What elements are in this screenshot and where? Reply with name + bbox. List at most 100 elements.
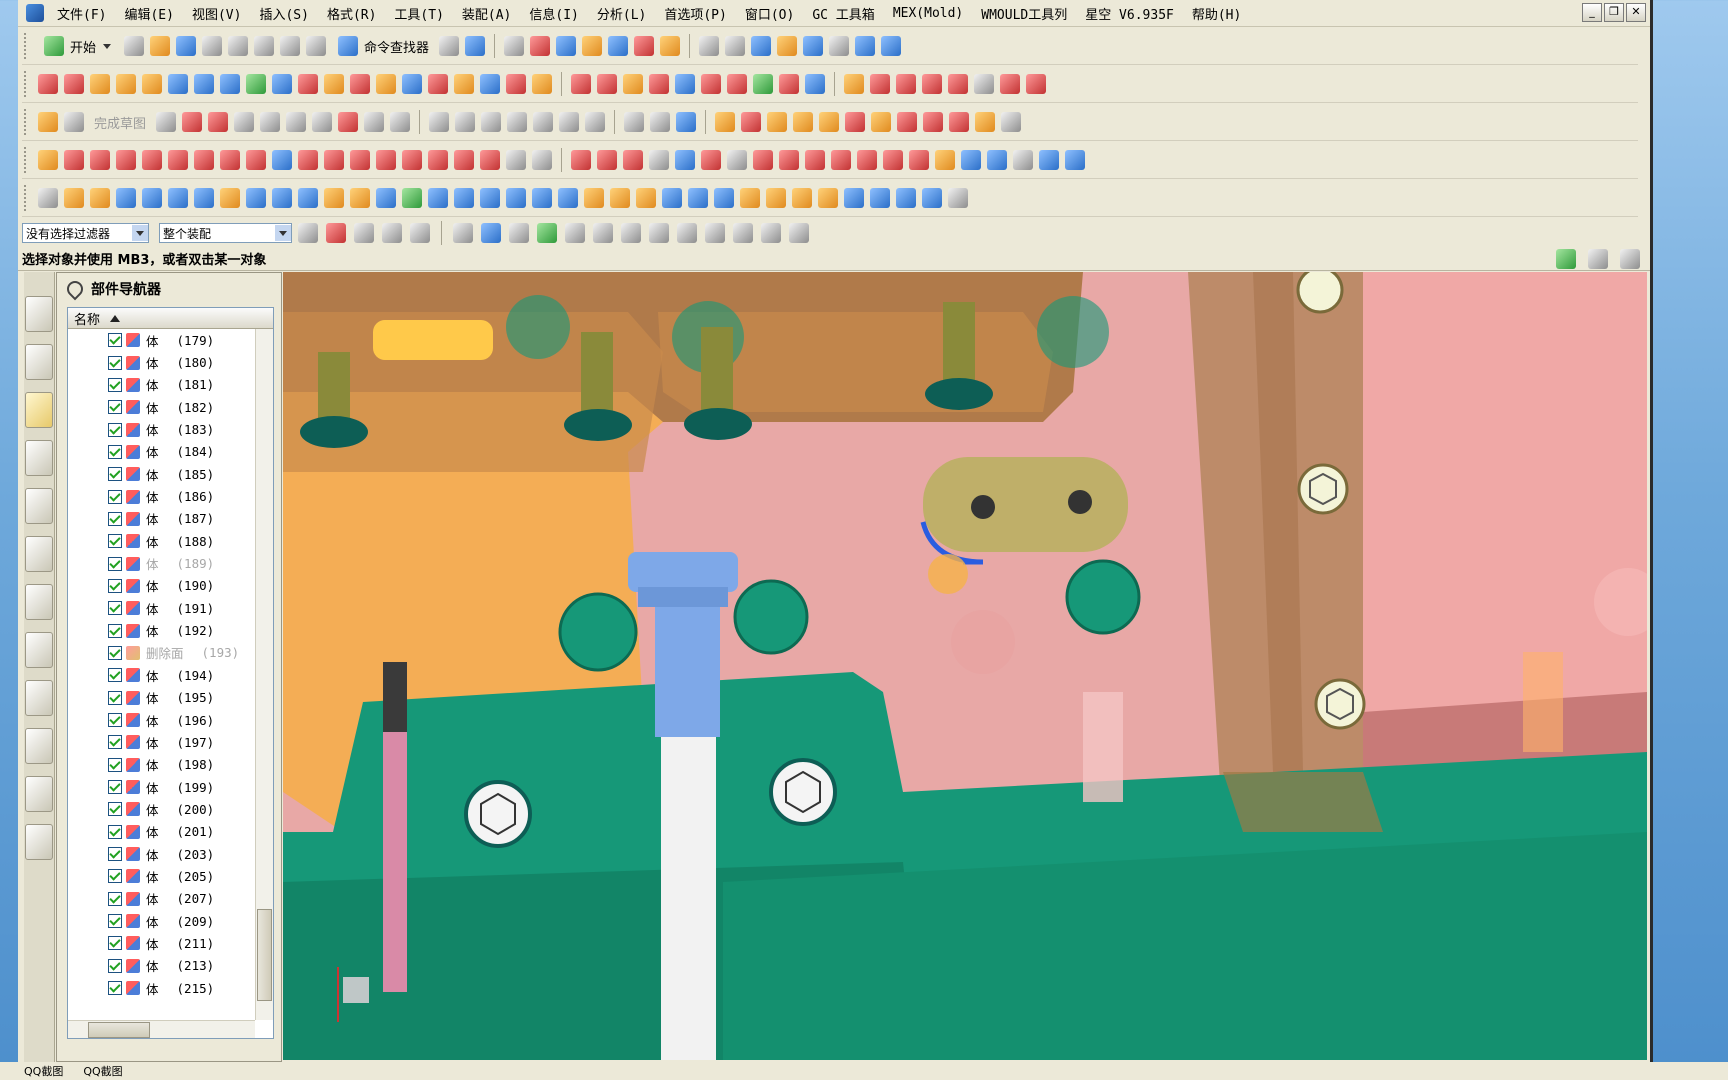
circle-center-icon[interactable] [428, 150, 448, 170]
scale-body-icon[interactable] [714, 188, 734, 208]
arc-icon[interactable] [208, 112, 229, 132]
mirror-curve-icon[interactable] [559, 112, 580, 132]
orient-view-icon[interactable] [855, 36, 876, 56]
cube-view-icon[interactable] [751, 36, 772, 56]
smooth-spline-icon[interactable] [1013, 150, 1033, 170]
layer-icon[interactable] [504, 36, 525, 56]
ruled-icon[interactable] [168, 74, 188, 94]
filter-settings-icon[interactable] [298, 223, 318, 243]
web-browser-icon[interactable] [25, 536, 53, 572]
constraint-navigator-icon[interactable] [25, 344, 53, 380]
ruler-icon[interactable] [660, 36, 681, 56]
mirror-feature-icon[interactable] [636, 188, 656, 208]
tree-node[interactable]: 体 (205) [68, 865, 255, 887]
ellipse-icon[interactable] [480, 150, 500, 170]
quick-trim-icon[interactable] [429, 112, 450, 132]
slot-icon[interactable] [350, 188, 370, 208]
mirror-assembly-icon[interactable] [845, 112, 866, 132]
enable-snap-icon[interactable] [509, 223, 529, 243]
pattern-curve-icon[interactable] [533, 112, 554, 132]
tree-node[interactable]: 体 (198) [68, 754, 255, 776]
split-face-icon[interactable] [623, 74, 643, 94]
app-logo-icon[interactable] [26, 4, 44, 22]
visibility-checkbox[interactable] [108, 981, 122, 996]
redo-icon[interactable] [306, 36, 327, 56]
wcs-icon[interactable] [530, 36, 551, 56]
history-icon[interactable] [25, 584, 53, 620]
edit-curve-icon[interactable] [1039, 150, 1059, 170]
x-form-icon[interactable] [532, 74, 552, 94]
menu-window[interactable]: 窗口(O) [736, 4, 803, 23]
intersection-snap-icon[interactable] [621, 223, 641, 243]
tree-node[interactable]: 删除面 (193) [68, 642, 255, 664]
wrap-geometry-icon[interactable] [818, 188, 838, 208]
restore-view-icon[interactable] [1620, 249, 1640, 269]
tree-node[interactable]: 体 (191) [68, 597, 255, 619]
mesh-icon[interactable] [90, 74, 110, 94]
visibility-checkbox[interactable] [108, 489, 122, 504]
fit-curve-icon[interactable] [246, 150, 266, 170]
new-component-icon[interactable] [741, 112, 762, 132]
close-button[interactable]: ✕ [1626, 3, 1646, 22]
part-navigator-icon[interactable] [25, 392, 53, 428]
offset-3d-icon[interactable] [805, 150, 825, 170]
tree-node[interactable]: 体 (196) [68, 709, 255, 731]
tree-node[interactable]: 体 (215) [68, 977, 255, 999]
helix-icon[interactable] [194, 150, 214, 170]
visibility-checkbox[interactable] [108, 511, 122, 526]
scale-curve-icon[interactable] [987, 150, 1007, 170]
visibility-checkbox[interactable] [108, 914, 122, 929]
boss-icon[interactable] [246, 188, 266, 208]
extract-icon[interactable] [675, 74, 695, 94]
taskbar-item[interactable]: QQ截图 [24, 1063, 63, 1079]
hex-screw[interactable] [464, 780, 532, 848]
line-icon[interactable] [182, 112, 203, 132]
draft-icon[interactable] [584, 188, 604, 208]
mate-component-icon[interactable] [767, 112, 788, 132]
perpendicular-line-icon[interactable] [90, 150, 110, 170]
hex-screw[interactable] [769, 758, 837, 826]
ejector-pin[interactable] [383, 662, 407, 992]
save-icon[interactable] [176, 36, 197, 56]
paste-icon[interactable] [254, 36, 275, 56]
visibility-checkbox[interactable] [108, 802, 122, 817]
menu-analysis[interactable]: 分析(L) [588, 4, 655, 23]
menu-information[interactable]: 信息(I) [520, 4, 587, 23]
profile-icon[interactable] [156, 112, 177, 132]
pattern-feature-icon[interactable] [610, 188, 630, 208]
subtract-icon[interactable] [402, 188, 422, 208]
tree-node[interactable]: 体 (194) [68, 664, 255, 686]
studio-surface-icon[interactable] [402, 74, 422, 94]
pocket-circle[interactable] [558, 592, 638, 672]
tree-node[interactable]: 体 (187) [68, 508, 255, 530]
visibility-checkbox[interactable] [108, 355, 122, 370]
menu-file[interactable]: 文件(F) [48, 4, 115, 23]
name-column-header[interactable]: 名称 [68, 308, 273, 329]
move-face-icon[interactable] [727, 74, 747, 94]
curve-on-surface-icon[interactable] [831, 150, 851, 170]
trim-curve-icon[interactable] [870, 74, 890, 94]
shell-icon[interactable] [558, 188, 578, 208]
tube-icon[interactable] [870, 188, 890, 208]
assembly-sequence-icon[interactable] [975, 112, 996, 132]
circle-icon[interactable] [234, 112, 255, 132]
cylinder-body-icon[interactable] [896, 188, 916, 208]
tree-node[interactable]: 体 (189) [68, 552, 255, 574]
styled-sweep-icon[interactable] [454, 74, 474, 94]
cone-body-icon[interactable] [922, 188, 942, 208]
pocket-circle[interactable] [1065, 559, 1141, 635]
face-blend-icon[interactable] [428, 74, 448, 94]
control-point-snap-icon[interactable] [593, 223, 613, 243]
extrude-icon[interactable] [64, 188, 84, 208]
rectangle-icon[interactable] [312, 112, 333, 132]
arc-center-snap-icon[interactable] [649, 223, 669, 243]
menu-format[interactable]: 格式(R) [318, 4, 385, 23]
reposition-icon[interactable] [793, 112, 814, 132]
visibility-checkbox[interactable] [108, 869, 122, 884]
wireframe-icon[interactable] [777, 36, 798, 56]
menu-view[interactable]: 视图(V) [183, 4, 250, 23]
divide-curve-icon[interactable] [896, 74, 916, 94]
vertical-scrollbar[interactable] [255, 329, 273, 1020]
curve-tool-icon[interactable] [844, 74, 864, 94]
cut-icon[interactable] [202, 36, 223, 56]
